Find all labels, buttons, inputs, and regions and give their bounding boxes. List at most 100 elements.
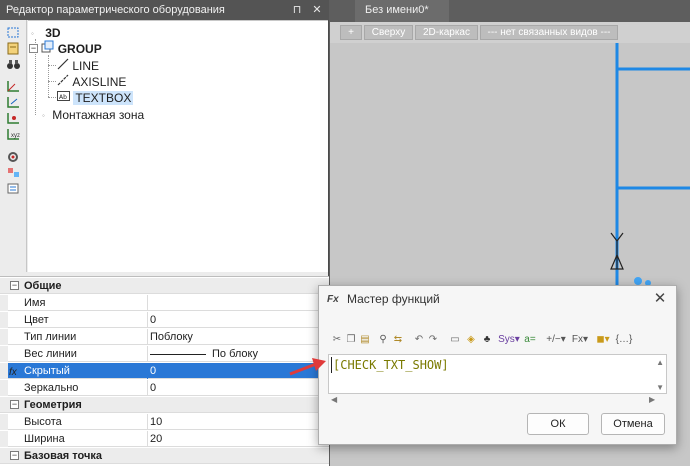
tree-item-label: 3D (45, 25, 61, 40)
tree-item-line[interactable]: LINE (57, 57, 99, 73)
property-name: Цвет (24, 312, 148, 328)
property-row-name[interactable]: Имя (0, 295, 329, 311)
tree-item-group[interactable]: − GROUP (29, 40, 102, 56)
tree-item-label: LINE (72, 58, 100, 73)
xyz-icon[interactable]: xyz (6, 128, 21, 141)
property-row-color[interactable]: Цвет 0 (0, 312, 329, 328)
category-label: Базовая точка (24, 450, 102, 462)
property-row-height[interactable]: Высота 10 (0, 414, 329, 430)
object-tree: ◦ 3D − GROUP LINE AXISLINE Ab TEXTBOX ◦ … (28, 20, 328, 272)
category-label: Геометрия (24, 399, 82, 411)
axis-3-icon[interactable] (6, 112, 21, 125)
category-label: Общие (24, 280, 62, 292)
view-toolbar: + Сверху 2D-каркас --- нет связанных вид… (330, 22, 690, 43)
function-fx-icon: fx (9, 367, 17, 378)
axis-icon[interactable] (6, 80, 21, 93)
cut-icon[interactable]: ✂ (331, 333, 343, 347)
collapse-icon[interactable]: − (29, 44, 38, 54)
redo-icon[interactable]: ↷ (427, 333, 439, 347)
copy-icon[interactable]: ❐ (345, 333, 357, 347)
property-value[interactable]: 0 (150, 380, 329, 396)
property-category-general[interactable]: − Общие (0, 278, 329, 294)
property-name: Скрытый (24, 363, 148, 379)
tree-item-mounting-zone[interactable]: ◦ Монтажная зона (42, 106, 144, 122)
lineweight-sample-icon (150, 353, 206, 355)
collapse-icon[interactable]: − (10, 451, 19, 460)
tree-item-3d[interactable]: ◦ 3D (31, 24, 61, 40)
tree-item-label: GROUP (57, 41, 102, 56)
close-icon[interactable]: ✕ (652, 291, 668, 307)
variable-icon[interactable]: ◈ (465, 333, 477, 347)
panel-title: Редактор параметрического оборудования (6, 4, 225, 16)
property-value[interactable]: Поблоку (150, 329, 329, 345)
dialog-title: Мастер функций (347, 292, 440, 306)
visual-style-button[interactable]: 2D-каркас (415, 25, 478, 40)
document-tab[interactable]: Без имени0* (355, 0, 449, 22)
property-row-width[interactable]: Ширина 20 (0, 431, 329, 447)
tree-icon[interactable]: ♣ (481, 333, 493, 347)
add-view-button[interactable]: + (340, 25, 362, 40)
replace-icon[interactable]: ⇆ (391, 333, 405, 347)
property-row-mirror[interactable]: Зеркально 0 (0, 380, 329, 396)
tree-item-textbox[interactable]: Ab TEXTBOX (57, 89, 134, 106)
group-icon (41, 40, 54, 57)
pin-icon[interactable]: ⊓ (290, 3, 304, 17)
property-value[interactable]: 10 (150, 414, 329, 430)
collapse-icon[interactable]: − (10, 400, 19, 409)
property-category-geometry[interactable]: − Геометрия (0, 397, 329, 413)
view-direction-button[interactable]: Сверху (364, 25, 413, 40)
property-grid: − Общие Имя Цвет 0 Тип линии Поблоку Вес… (0, 276, 329, 466)
property-row-hidden[interactable]: fx Скрытый 0 (0, 363, 329, 379)
property-name: Вес линии (24, 346, 148, 362)
text-icon[interactable]: a= (523, 333, 537, 347)
property-value[interactable]: 20 (150, 431, 329, 447)
property-name: Ширина (24, 431, 148, 447)
tree-bullet-icon: ◦ (42, 111, 45, 120)
expression-text[interactable]: [CHECK_TXT_SHOW] (331, 357, 449, 373)
tree-item-label: TEXTBOX (73, 90, 134, 105)
svg-text:Ab: Ab (59, 94, 67, 101)
linked-views-button[interactable]: --- нет связанных видов --- (480, 25, 618, 40)
document-tab-bar: Без имени0* (330, 0, 690, 22)
sys-icon[interactable]: Sys▾ (497, 333, 521, 347)
line-icon (57, 58, 69, 74)
property-value[interactable]: 0 (150, 312, 329, 328)
operators-icon[interactable]: +/−▾ (545, 333, 567, 347)
property-name: Тип линии (24, 329, 148, 345)
properties-icon[interactable] (6, 42, 21, 55)
export-icon[interactable] (6, 182, 21, 195)
property-row-linetype[interactable]: Тип линии Поблоку (0, 329, 329, 345)
panel-title-bar: Редактор параметрического оборудования ⊓… (0, 0, 329, 20)
cancel-button[interactable]: Отмена (601, 413, 665, 435)
annotation-arrow (289, 358, 326, 376)
close-icon[interactable]: ✕ (310, 3, 324, 17)
axis-2-icon[interactable] (6, 96, 21, 109)
bracket-icon[interactable]: ▭ (449, 333, 461, 347)
braces-icon[interactable]: {…} (615, 333, 633, 347)
property-value[interactable] (150, 295, 329, 311)
tree-item-axisline[interactable]: AXISLINE (57, 73, 126, 89)
expression-editor[interactable]: [CHECK_TXT_SHOW] ▲ ▼ (328, 354, 667, 394)
functions-icon[interactable]: Fx▾ (569, 333, 591, 347)
link-icon[interactable] (6, 166, 21, 179)
settings-icon[interactable] (6, 150, 21, 163)
constants-icon[interactable]: ◼▾ (593, 333, 613, 347)
select-icon[interactable] (6, 26, 21, 39)
scroll-left-icon[interactable]: ◀ (331, 395, 337, 404)
tree-bullet-icon: ◦ (31, 29, 34, 38)
axisline-icon (57, 74, 69, 90)
tree-item-label: AXISLINE (72, 74, 127, 89)
property-row-lineweight[interactable]: Вес линии По блоку (0, 346, 329, 362)
scroll-down-icon[interactable]: ▼ (656, 383, 664, 392)
binoculars-icon[interactable] (6, 58, 21, 71)
lineweight-text: По блоку (212, 348, 258, 360)
scroll-up-icon[interactable]: ▲ (656, 358, 664, 367)
property-category-base-point[interactable]: − Базовая точка (0, 448, 329, 464)
find-icon[interactable]: ⚲ (377, 333, 389, 347)
undo-icon[interactable]: ↶ (413, 333, 425, 347)
scroll-right-icon[interactable]: ▶ (649, 395, 655, 404)
paste-icon[interactable]: ▤ (359, 333, 371, 347)
ok-button[interactable]: ОК (527, 413, 589, 435)
textbox-icon: Ab (57, 90, 70, 106)
collapse-icon[interactable]: − (10, 281, 19, 290)
